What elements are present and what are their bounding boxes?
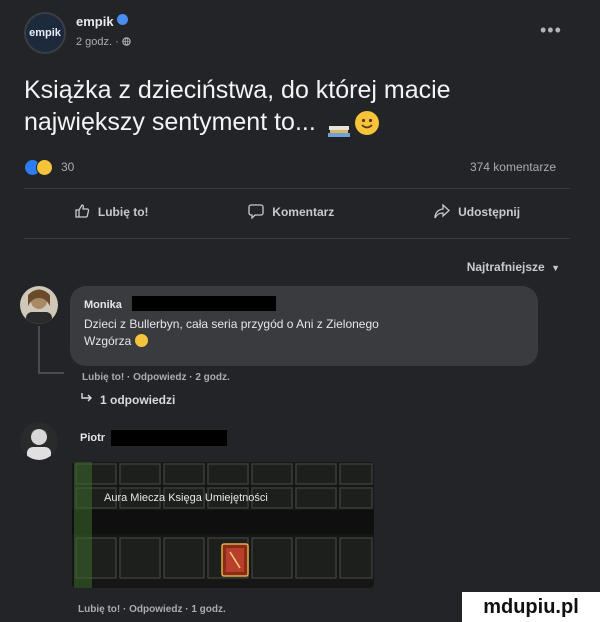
sort-label: Najtrafniejsze: [466, 260, 545, 274]
globe-icon: [122, 36, 131, 48]
comment-icon: [248, 203, 264, 222]
post-text-line-1: Książka z dzieciństwa, do której macie: [24, 76, 451, 104]
comment-like-link[interactable]: Lubię to!: [82, 372, 124, 383]
post-meta: 2 godz. ·: [76, 36, 131, 48]
share-button[interactable]: Udostępnij: [434, 203, 520, 222]
smile-icon: [354, 111, 379, 136]
page-avatar[interactable]: empik: [24, 12, 66, 54]
commenter-avatar[interactable]: [20, 286, 58, 324]
comment-reply-link[interactable]: Odpowiedz: [133, 372, 186, 383]
comment-meta: Lubię to! · Odpowiedz · 2 godz.: [82, 372, 230, 383]
comment-author[interactable]: Piotr: [80, 432, 105, 444]
divider: [24, 238, 570, 239]
like-button[interactable]: Lubię to!: [74, 203, 149, 222]
comment-time: 2 godz.: [195, 372, 230, 383]
page-avatar-text: empik: [29, 27, 61, 39]
share-icon: [434, 203, 451, 222]
view-replies-link[interactable]: 1 odpowiedzi: [80, 392, 175, 407]
like-label: Lubię to!: [97, 205, 149, 219]
redacted-name-bar: [111, 430, 228, 446]
reactions-summary[interactable]: 30: [24, 158, 74, 176]
comment-author[interactable]: Monika: [84, 299, 122, 311]
books-icon: [327, 115, 351, 138]
reply-arrow-icon: [80, 392, 94, 407]
post-time: 2 godz. ·: [76, 36, 122, 48]
inventory-grid-image: [72, 462, 374, 588]
thread-line: [38, 372, 64, 374]
image-caption: Aura Miecza Księga Umiejętności: [104, 492, 268, 504]
reaction-count: 30: [61, 160, 75, 174]
comment-like-link[interactable]: Lubię to!: [78, 604, 120, 615]
caret-down-icon: ▼: [551, 263, 560, 273]
sort-dropdown[interactable]: Najtrafniejsze ▼: [467, 260, 560, 274]
comment-text-line-2: Wzgórza: [84, 333, 524, 350]
divider: [24, 188, 570, 189]
comment-count[interactable]: 374 komentarze: [470, 160, 556, 174]
commenter-avatar[interactable]: [20, 422, 58, 460]
like-icon: [74, 203, 90, 222]
post-text-line-2-text: największy sentyment to...: [24, 108, 323, 136]
comment-meta: Lubię to! · Odpowiedz · 1 godz.: [78, 604, 226, 615]
verified-badge-icon: [117, 14, 128, 25]
redacted-name-bar: [132, 296, 277, 312]
post-actions: Lubię to! Komentarz Udostępnij: [24, 198, 570, 226]
thread-line: [38, 326, 40, 374]
comment-text: Dzieci z Bullerbyn, cała seria przygód o…: [84, 316, 524, 350]
more-icon[interactable]: •••: [540, 20, 562, 41]
comment-image-attachment[interactable]: Aura Miecza Księga Umiejętności: [72, 462, 374, 588]
comment-reply-link[interactable]: Odpowiedz: [129, 604, 182, 615]
post-text-line-2: największy sentyment to...: [24, 106, 544, 138]
comment-button[interactable]: Komentarz: [248, 203, 334, 222]
comment-label: Komentarz: [272, 205, 335, 219]
comment-time: 1 godz.: [191, 604, 226, 615]
page-name[interactable]: empik: [76, 14, 114, 29]
comment-header: Monika: [84, 295, 524, 313]
wow-reaction-icon: [36, 158, 53, 176]
share-label: Udostępnij: [458, 205, 521, 219]
comment-header: Piotr: [80, 430, 228, 446]
comment-bubble: Monika Dzieci z Bullerbyn, cała seria pr…: [70, 286, 538, 366]
comment-text-line-2-text: Wzgórza: [84, 334, 135, 348]
watermark: mdupiu.pl: [462, 592, 600, 622]
replies-count: 1 odpowiedzi: [100, 392, 176, 407]
smile-icon: [134, 334, 148, 347]
post-text: Książka z dzieciństwa, do której macie n…: [24, 74, 544, 138]
comment-text-line-1: Dzieci z Bullerbyn, cała seria przygód o…: [84, 317, 379, 331]
